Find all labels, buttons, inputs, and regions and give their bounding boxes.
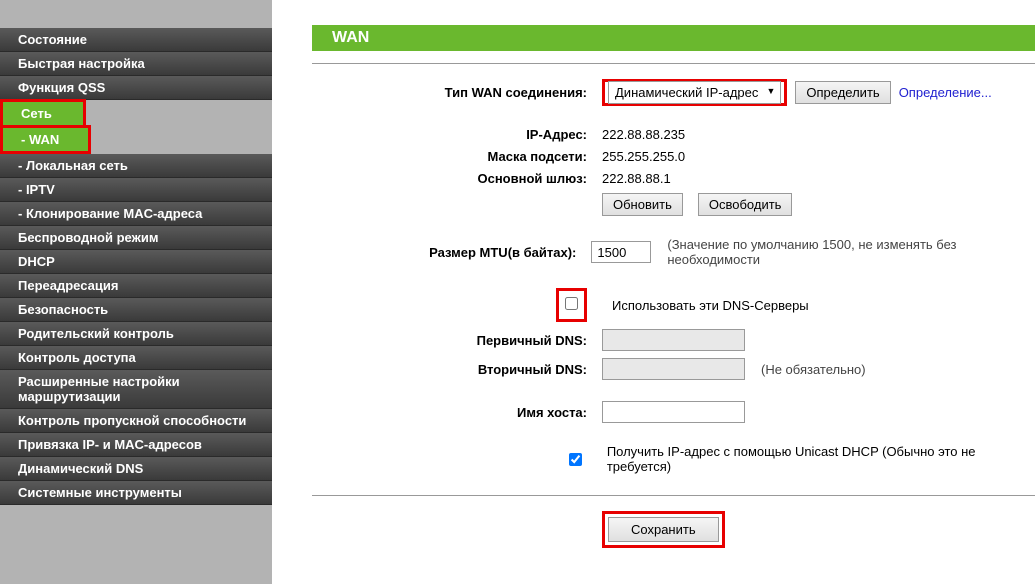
- dns-checkbox-highlight: [556, 288, 587, 322]
- unicast-label: Получить IP-адрес с помощью Unicast DHCP…: [607, 444, 1035, 474]
- refresh-button[interactable]: Обновить: [602, 193, 683, 216]
- mask-label: Маска подсети:: [312, 149, 602, 164]
- secondary-dns-input[interactable]: [602, 358, 745, 380]
- wan-type-select[interactable]: Динамический IP-адрес: [608, 81, 781, 104]
- mtu-hint: (Значение по умолчанию 1500, не изменять…: [667, 237, 1035, 267]
- primary-dns-input[interactable]: [602, 329, 745, 351]
- sidebar-item-forwarding[interactable]: Переадресация: [0, 274, 272, 298]
- wan-type-label: Тип WAN соединения:: [312, 85, 602, 100]
- sidebar-item-status[interactable]: Состояние: [0, 28, 272, 52]
- main-panel: WAN Тип WAN соединения: Динамический IP-…: [272, 0, 1035, 584]
- ip-value: 222.88.88.235: [602, 127, 685, 142]
- mtu-input[interactable]: [591, 241, 651, 263]
- sidebar-item-ddns[interactable]: Динамический DNS: [0, 457, 272, 481]
- secondary-dns-hint: (Не обязательно): [761, 362, 866, 377]
- sidebar-item-iptv[interactable]: - IPTV: [0, 178, 272, 202]
- sidebar-item-dhcp[interactable]: DHCP: [0, 250, 272, 274]
- sidebar-item-wan[interactable]: - WAN: [3, 128, 88, 151]
- sidebar-item-security[interactable]: Безопасность: [0, 298, 272, 322]
- sidebar-item-access-control[interactable]: Контроль доступа: [0, 346, 272, 370]
- sidebar-item-ip-mac-bind[interactable]: Привязка IP- и MAC-адресов: [0, 433, 272, 457]
- sidebar-item-parental[interactable]: Родительский контроль: [0, 322, 272, 346]
- ip-label: IP-Адрес:: [312, 127, 602, 142]
- save-button[interactable]: Сохранить: [608, 517, 719, 542]
- sidebar-item-network[interactable]: Сеть: [3, 102, 83, 125]
- use-dns-checkbox[interactable]: [565, 297, 578, 310]
- sidebar-item-wireless[interactable]: Беспроводной режим: [0, 226, 272, 250]
- divider-bottom: [312, 495, 1035, 496]
- mask-value: 255.255.255.0: [602, 149, 685, 164]
- sidebar-item-qss[interactable]: Функция QSS: [0, 76, 272, 100]
- sidebar-item-lan[interactable]: - Локальная сеть: [0, 154, 272, 178]
- sidebar-item-quick-setup[interactable]: Быстрая настройка: [0, 52, 272, 76]
- detect-link[interactable]: Определение...: [899, 85, 992, 100]
- unicast-checkbox[interactable]: [569, 453, 582, 466]
- divider: [312, 63, 1035, 64]
- release-button[interactable]: Освободить: [698, 193, 793, 216]
- use-dns-label: Использовать эти DNS-Серверы: [612, 298, 809, 313]
- sidebar: Состояние Быстрая настройка Функция QSS …: [0, 0, 272, 584]
- secondary-dns-label: Вторичный DNS:: [312, 362, 602, 377]
- save-highlight: Сохранить: [602, 511, 725, 548]
- gateway-label: Основной шлюз:: [312, 171, 602, 186]
- sidebar-item-bandwidth[interactable]: Контроль пропускной способности: [0, 409, 272, 433]
- hostname-input[interactable]: [602, 401, 745, 423]
- hostname-label: Имя хоста:: [312, 405, 602, 420]
- gateway-value: 222.88.88.1: [602, 171, 671, 186]
- sidebar-item-system-tools[interactable]: Системные инструменты: [0, 481, 272, 505]
- wan-type-highlight: Динамический IP-адрес: [602, 79, 787, 106]
- page-title: WAN: [312, 25, 1035, 51]
- sidebar-item-mac-clone[interactable]: - Клонирование MAC-адреса: [0, 202, 272, 226]
- primary-dns-label: Первичный DNS:: [312, 333, 602, 348]
- detect-button[interactable]: Определить: [795, 81, 890, 104]
- sidebar-item-routing[interactable]: Расширенные настройки маршрутизации: [0, 370, 272, 409]
- mtu-label: Размер MTU(в байтах):: [312, 245, 591, 260]
